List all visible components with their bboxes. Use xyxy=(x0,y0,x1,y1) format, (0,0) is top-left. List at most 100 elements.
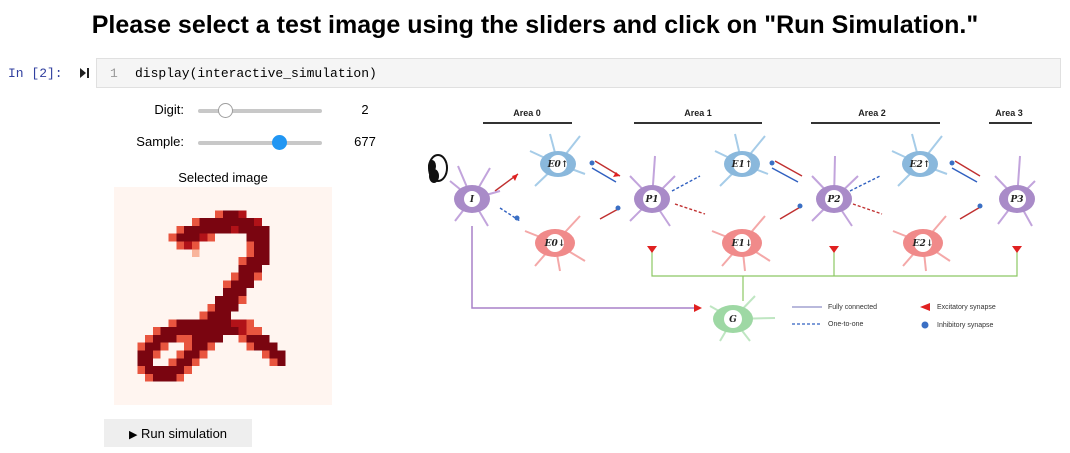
neuron-e2-down: E2↓ xyxy=(892,215,951,272)
digit-pixel xyxy=(223,218,231,226)
digit-pixel xyxy=(254,264,262,273)
digit-pixel xyxy=(184,319,192,328)
digit-pixel xyxy=(184,334,192,343)
digit-pixel xyxy=(207,334,216,343)
neuron-label: P3 xyxy=(1009,195,1023,205)
digit-pixel xyxy=(230,303,239,312)
digit-pixel xyxy=(176,241,185,250)
digit-pixel xyxy=(184,225,192,234)
digit-pixel xyxy=(152,373,161,382)
digit-pixel xyxy=(199,342,208,351)
digit-pixel xyxy=(238,264,247,273)
digit-pixel xyxy=(269,342,278,351)
digit-pixel xyxy=(168,334,177,343)
digit-pixel xyxy=(199,327,208,335)
digit-pixel xyxy=(277,358,286,367)
digit-pixel xyxy=(168,358,177,367)
digit-slider-track[interactable] xyxy=(198,109,322,113)
run-simulation-button[interactable]: ▶ Run simulation xyxy=(104,419,252,447)
digit-pixel xyxy=(137,342,146,351)
digit-pixel xyxy=(246,249,255,258)
legend-one-to-one: One-to-one xyxy=(828,321,864,328)
digit-pixel xyxy=(191,342,200,351)
digit-pixel xyxy=(168,319,177,328)
digit-pixel xyxy=(246,327,255,335)
selected-image-title: Selected image xyxy=(178,170,268,185)
digit-pixel xyxy=(238,210,247,219)
neuron-label: E0↓ xyxy=(544,239,566,249)
digit-pixel xyxy=(238,272,247,281)
neuron-label: G xyxy=(729,315,737,325)
digit-pixel xyxy=(184,327,192,335)
digit-slider-row: Digit: 2 xyxy=(100,99,400,121)
digit-pixel xyxy=(269,350,278,359)
digit-pixel xyxy=(184,366,192,374)
selected-digit-image xyxy=(114,187,332,405)
digit-pixel xyxy=(230,280,239,289)
digit-pixel xyxy=(230,319,239,328)
digit-pixel xyxy=(199,350,208,359)
digit-pixel xyxy=(215,210,223,219)
digit-pixel xyxy=(246,334,255,343)
digit-pixel xyxy=(230,327,239,335)
digit-pixel xyxy=(215,311,223,320)
digit-pixel xyxy=(145,373,153,382)
digit-pixel xyxy=(199,218,208,226)
digit-pixel xyxy=(261,241,270,250)
digit-pixel xyxy=(191,334,200,343)
digit-pixel xyxy=(254,241,262,250)
digit-pixel xyxy=(254,225,262,234)
digit-pixel xyxy=(176,358,185,367)
digit-pixel xyxy=(191,350,200,359)
digit-pixel xyxy=(176,334,185,343)
neuron-p3: P3 xyxy=(994,155,1036,227)
digit-pixel xyxy=(238,218,247,226)
digit-pixel xyxy=(238,280,247,289)
digit-pixel xyxy=(207,233,216,242)
digit-pixel xyxy=(223,280,231,289)
code-cell-editor[interactable]: 1 display(interactive_simulation) xyxy=(96,58,1061,88)
digit-pixel xyxy=(145,350,153,359)
area-label: Area 3 xyxy=(995,108,1023,118)
neuron-label: E0↑ xyxy=(547,160,569,170)
digit-pixel xyxy=(207,303,216,312)
digit-pixel xyxy=(230,288,239,296)
digit-pixel xyxy=(176,327,185,335)
digit-pixel xyxy=(238,288,247,296)
sample-slider-track[interactable] xyxy=(198,141,322,145)
digit-pixel xyxy=(191,327,200,335)
digit-pixel xyxy=(261,342,270,351)
digit-pixel xyxy=(176,366,185,374)
digit-pixel xyxy=(207,225,216,234)
digit-pixel xyxy=(160,327,169,335)
digit-pixel xyxy=(152,334,161,343)
page-title: Please select a test image using the sli… xyxy=(91,11,979,39)
play-icon: ▶ xyxy=(128,428,138,441)
digit-pixel xyxy=(215,303,223,312)
digit-pixel xyxy=(269,358,278,367)
sample-slider-row: Sample: 677 xyxy=(100,131,400,153)
digit-pixel xyxy=(137,350,146,359)
digit-pixel xyxy=(199,225,208,234)
digit-pixel xyxy=(160,334,169,343)
digit-slider-handle[interactable] xyxy=(217,103,233,118)
digit-pixel xyxy=(152,342,161,351)
sample-slider-handle[interactable] xyxy=(272,135,288,150)
digit-pixel xyxy=(207,342,216,351)
digit-pixel xyxy=(191,358,200,367)
digit-pixel xyxy=(176,373,185,382)
neuron-e1-down: E1↓ xyxy=(711,215,771,272)
digit-pixel xyxy=(199,334,208,343)
digit-pixel xyxy=(207,218,216,226)
digit-pixel xyxy=(176,319,185,328)
digit-pixel xyxy=(277,350,286,359)
digit-pixel xyxy=(261,257,270,265)
digit-pixel xyxy=(207,311,216,320)
run-cell-icon[interactable] xyxy=(79,66,91,80)
digit-slider-value: 2 xyxy=(361,102,369,117)
digit-pixel xyxy=(254,233,262,242)
digit-pixel xyxy=(191,319,200,328)
digit-pixel xyxy=(230,210,239,219)
neuron-label: E1↓ xyxy=(731,239,753,249)
digit-pixel xyxy=(246,233,255,242)
